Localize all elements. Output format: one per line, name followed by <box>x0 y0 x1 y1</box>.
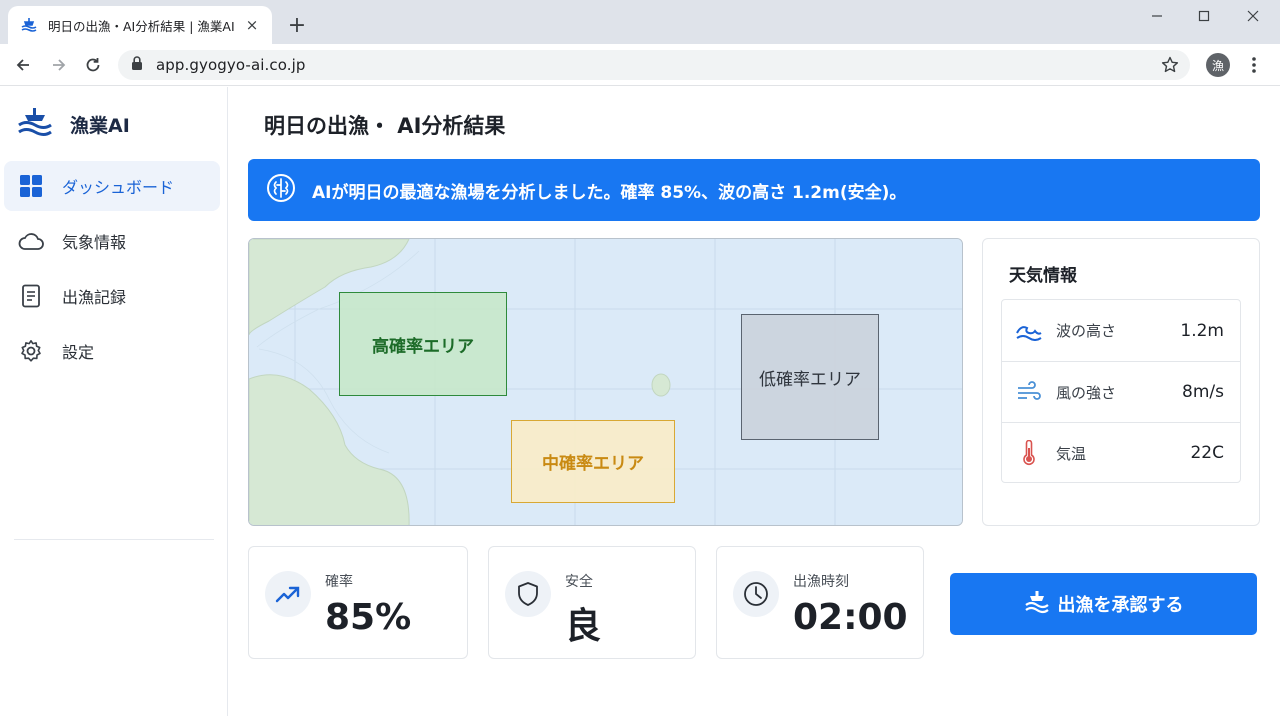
brand-logo[interactable]: 漁業AI <box>16 105 130 143</box>
sidebar-item-label: ダッシュボード <box>62 178 175 197</box>
url-text: app.gyogyo-ai.co.jp <box>156 56 306 74</box>
cloud-icon <box>18 228 44 254</box>
sidebar-divider <box>14 539 214 540</box>
sidebar: 漁業AI ダッシュボード 気象情報 出漁記録 設定 <box>0 87 228 716</box>
stat-value: 85% <box>325 597 412 638</box>
safety-card: 安全 良 <box>488 546 696 659</box>
thermometer-icon <box>1016 440 1042 466</box>
clock-icon <box>733 571 779 617</box>
lock-icon <box>130 55 144 75</box>
departure-time-card: 出漁時刻 02:00 <box>716 546 924 659</box>
wind-icon <box>1016 379 1042 405</box>
sidebar-item-fishing-log[interactable]: 出漁記録 <box>4 271 220 321</box>
url-bar[interactable]: app.gyogyo-ai.co.jp <box>118 50 1190 80</box>
sidebar-item-label: 設定 <box>62 343 95 362</box>
weather-title: 天気情報 <box>1009 266 1077 286</box>
stat-label: 安全 <box>565 574 593 590</box>
sidebar-item-weather[interactable]: 気象情報 <box>4 216 220 266</box>
maximize-icon[interactable] <box>1181 0 1227 32</box>
probability-card: 確率 85% <box>248 546 468 659</box>
stat-label: 出漁時刻 <box>793 574 849 590</box>
weather-label: 風の強さ <box>1056 383 1117 402</box>
ship-icon <box>1024 590 1050 619</box>
document-icon <box>18 283 44 309</box>
sidebar-item-label: 気象情報 <box>62 233 127 252</box>
banner-text: AIが明日の最適な漁場を分析しました。確率 85%、波の高さ 1.2m(安全)。 <box>312 182 907 203</box>
weather-panel: 天気情報 波の高さ 1.2m 風の強さ 8m/s 気温 22C <box>982 238 1260 526</box>
low-probability-zone[interactable]: 低確率エリア <box>741 314 879 440</box>
weather-row-wind: 風の強さ 8m/s <box>1002 361 1240 422</box>
bookmark-star-icon[interactable] <box>1160 55 1180 75</box>
address-bar-row: app.gyogyo-ai.co.jp <box>0 44 1280 86</box>
approve-button-label: 出漁を承認する <box>1057 595 1184 616</box>
sidebar-item-label: 出漁記録 <box>62 288 127 307</box>
back-icon[interactable] <box>10 52 36 78</box>
sidebar-item-settings[interactable]: 設定 <box>4 326 220 376</box>
brain-icon <box>266 173 296 207</box>
weather-value: 22C <box>1190 443 1224 463</box>
reload-icon[interactable] <box>80 52 106 78</box>
profile-avatar[interactable]: 漁 <box>1206 53 1230 77</box>
minimize-icon[interactable] <box>1134 0 1180 32</box>
page-title: 明日の出漁・ AI分析結果 <box>264 114 506 138</box>
ai-analysis-banner: AIが明日の最適な漁場を分析しました。確率 85%、波の高さ 1.2m(安全)。 <box>248 159 1260 221</box>
close-window-icon[interactable] <box>1230 0 1276 32</box>
weather-label: 気温 <box>1056 444 1087 463</box>
wave-icon <box>1016 318 1042 344</box>
ship-logo-icon <box>16 105 54 143</box>
sidebar-item-dashboard[interactable]: ダッシュボード <box>4 161 220 211</box>
stat-value: 良 <box>565 606 602 647</box>
brand-name: 漁業AI <box>70 114 130 137</box>
stat-value: 02:00 <box>793 597 908 638</box>
weather-label: 波の高さ <box>1056 322 1117 340</box>
weather-row-temperature: 気温 22C <box>1002 422 1240 483</box>
ship-favicon-icon <box>20 16 38 34</box>
gear-icon <box>18 338 44 364</box>
weather-value: 8m/s <box>1182 382 1224 402</box>
weather-value: 1.2m <box>1180 320 1224 341</box>
browser-tab-bar: 明日の出漁・AI分析結果 | 漁業AI × + <box>0 0 1280 44</box>
grid-icon <box>18 173 44 199</box>
weather-row-wave: 波の高さ 1.2m <box>1002 300 1240 361</box>
weather-list: 波の高さ 1.2m 風の強さ 8m/s 気温 22C <box>1001 299 1241 483</box>
close-tab-icon[interactable]: × <box>242 15 262 35</box>
trend-up-icon <box>265 571 311 617</box>
tab-title: 明日の出漁・AI分析結果 | 漁業AI <box>48 18 235 34</box>
high-probability-zone[interactable]: 高確率エリア <box>339 292 507 396</box>
fishing-area-map[interactable]: 高確率エリア 中確率エリア 低確率エリア <box>248 238 963 526</box>
browser-menu-icon[interactable] <box>1244 53 1264 77</box>
new-tab-button[interactable]: + <box>284 12 310 38</box>
forward-icon[interactable] <box>46 52 72 78</box>
browser-tab[interactable]: 明日の出漁・AI分析結果 | 漁業AI × <box>8 6 272 44</box>
stat-label: 確率 <box>325 574 353 590</box>
shield-icon <box>505 571 551 617</box>
approve-departure-button[interactable]: 出漁を承認する <box>950 573 1257 635</box>
medium-probability-zone[interactable]: 中確率エリア <box>511 420 675 503</box>
